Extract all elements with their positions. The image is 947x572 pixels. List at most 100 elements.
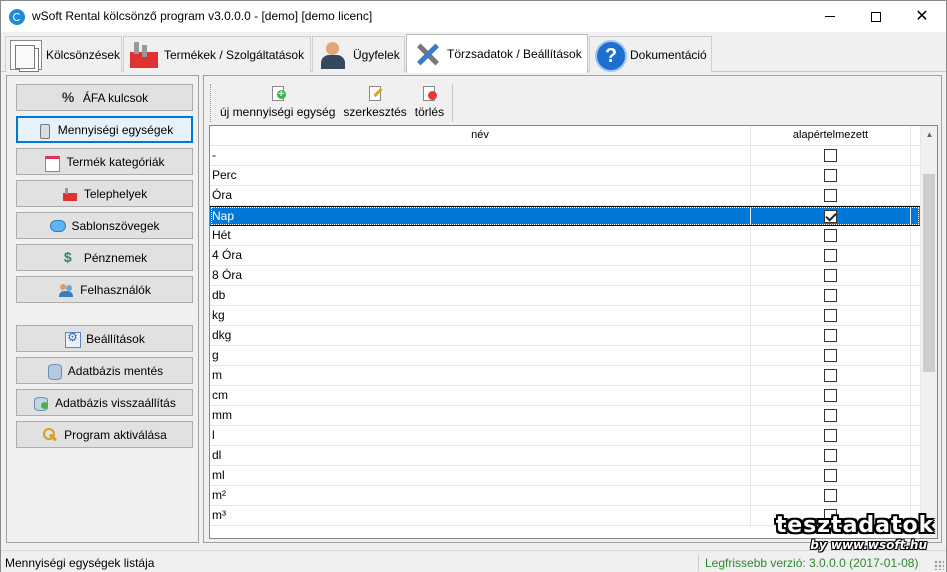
scroll-up-icon[interactable]: ▲ <box>921 126 937 143</box>
default-cell <box>751 486 911 505</box>
scroll-thumb[interactable] <box>923 174 935 372</box>
unit-name-cell[interactable]: 8 Óra <box>210 266 751 285</box>
sidebar-item-label: Beállítások <box>86 331 145 346</box>
vertical-scrollbar[interactable]: ▲ ▼ <box>920 126 937 538</box>
tab-rentals[interactable]: Kölcsönzések <box>5 36 122 72</box>
default-checkbox[interactable] <box>824 429 837 442</box>
settings-sidebar: ÁFA kulcsok Mennyiségi egységek Termék k… <box>6 75 199 543</box>
sidebar-item-database-backup[interactable]: Adatbázis mentés <box>16 357 193 384</box>
sidebar-item-settings[interactable]: Beállítások <box>16 325 193 352</box>
tab-master-data-settings[interactable]: Törzsadatok / Beállítások <box>406 34 588 73</box>
table-row[interactable]: dl <box>210 446 920 466</box>
unit-name-cell[interactable]: Perc <box>210 166 751 185</box>
client-icon <box>317 40 349 70</box>
table-row[interactable]: m² <box>210 486 920 506</box>
table-row[interactable]: l <box>210 426 920 446</box>
sidebar-item-currencies[interactable]: Pénznemek <box>16 244 193 271</box>
default-checkbox[interactable] <box>824 409 837 422</box>
unit-name-cell[interactable]: dkg <box>210 326 751 345</box>
unit-name-cell[interactable]: mm <box>210 406 751 425</box>
delete-icon <box>421 86 438 102</box>
sidebar-item-label: Pénznemek <box>83 250 148 265</box>
tab-clients[interactable]: Ügyfelek <box>312 36 405 72</box>
sidebar-item-templates[interactable]: Sablonszövegek <box>16 212 193 239</box>
table-row[interactable]: mm <box>210 406 920 426</box>
resize-grip-icon[interactable] <box>934 560 944 570</box>
tab-products[interactable]: Termékek / Szolgáltatások <box>123 36 311 72</box>
default-checkbox[interactable] <box>824 469 837 482</box>
column-header-name[interactable]: név <box>210 126 751 146</box>
unit-name-cell[interactable]: l <box>210 426 751 445</box>
default-checkbox[interactable] <box>824 189 837 202</box>
unit-name-cell[interactable]: cm <box>210 386 751 405</box>
default-checkbox[interactable] <box>824 349 837 362</box>
default-checkbox[interactable] <box>824 289 837 302</box>
unit-name-cell[interactable]: m <box>210 366 751 385</box>
unit-name-cell[interactable]: Óra <box>210 186 751 205</box>
table-row[interactable]: Hét <box>210 226 920 246</box>
close-button[interactable]: ✕ <box>899 1 945 32</box>
table-row[interactable]: db <box>210 286 920 306</box>
delete-label: törlés <box>414 105 445 119</box>
table-row[interactable]: kg <box>210 306 920 326</box>
maximize-button[interactable] <box>853 1 899 32</box>
units-grid[interactable]: név alapértelmezett - Perc Óra Nap Hét 4 Óra 8… <box>209 125 938 539</box>
sidebar-item-vat-rates[interactable]: ÁFA kulcsok <box>16 84 193 111</box>
table-row[interactable]: 8 Óra <box>210 266 920 286</box>
unit-name-cell[interactable]: kg <box>210 306 751 325</box>
table-row[interactable]: ml <box>210 466 920 486</box>
unit-name-cell[interactable]: ml <box>210 466 751 485</box>
unit-name-cell[interactable]: Hét <box>210 226 751 245</box>
default-checkbox[interactable] <box>824 229 837 242</box>
table-row[interactable]: 4 Óra <box>210 246 920 266</box>
table-row[interactable]: Óra <box>210 186 920 206</box>
sidebar-item-product-categories[interactable]: Termék kategóriák <box>16 148 193 175</box>
unit-name-cell[interactable]: m² <box>210 486 751 505</box>
toolbar-grip[interactable] <box>210 84 213 122</box>
edit-button[interactable]: szerkesztés <box>339 84 410 124</box>
table-row[interactable]: - <box>210 146 920 166</box>
maximize-icon <box>871 11 881 22</box>
table-row[interactable]: cm <box>210 386 920 406</box>
table-row[interactable]: dkg <box>210 326 920 346</box>
default-checkbox[interactable] <box>824 489 837 502</box>
new-document-icon <box>270 86 286 102</box>
table-row[interactable]: Perc <box>210 166 920 186</box>
default-cell <box>751 466 911 485</box>
column-header-default[interactable]: alapértelmezett <box>751 126 911 146</box>
unit-name-cell[interactable]: - <box>210 146 751 165</box>
sidebar-item-locations[interactable]: Telephelyek <box>16 180 193 207</box>
default-checkbox[interactable] <box>824 369 837 382</box>
default-checkbox[interactable] <box>824 309 837 322</box>
default-checkbox[interactable] <box>824 169 837 182</box>
default-checkbox[interactable] <box>824 269 837 282</box>
table-row[interactable]: m <box>210 366 920 386</box>
minimize-button[interactable] <box>807 1 853 32</box>
default-checkbox[interactable] <box>824 329 837 342</box>
unit-name-cell[interactable]: g <box>210 346 751 365</box>
new-unit-button[interactable]: új mennyiségi egység <box>216 84 339 124</box>
table-row[interactable]: Nap <box>210 206 920 226</box>
unit-name-cell[interactable]: m³ <box>210 506 751 525</box>
tab-documentation[interactable]: Dokumentáció <box>589 36 712 72</box>
table-row[interactable]: g <box>210 346 920 366</box>
default-checkbox[interactable] <box>824 249 837 262</box>
default-cell <box>751 366 911 385</box>
default-checkbox[interactable] <box>824 389 837 402</box>
sidebar-item-users[interactable]: Felhasználók <box>16 276 193 303</box>
sidebar-item-database-restore[interactable]: Adatbázis visszaállítás <box>16 389 193 416</box>
default-checkbox[interactable] <box>824 149 837 162</box>
sidebar-item-units[interactable]: Mennyiségi egységek <box>16 116 193 143</box>
sidebar-item-activation[interactable]: Program aktiválása <box>16 421 193 448</box>
bottle-icon <box>36 122 52 139</box>
unit-name-cell[interactable]: db <box>210 286 751 305</box>
default-cell <box>751 446 911 465</box>
default-checkbox[interactable] <box>824 209 837 223</box>
unit-name-cell[interactable]: Nap <box>210 207 751 225</box>
unit-name-cell[interactable]: 4 Óra <box>210 246 751 265</box>
help-icon <box>594 39 627 72</box>
unit-name-cell[interactable]: dl <box>210 446 751 465</box>
default-cell <box>751 406 911 425</box>
default-checkbox[interactable] <box>824 449 837 462</box>
delete-button[interactable]: törlés <box>411 84 448 124</box>
